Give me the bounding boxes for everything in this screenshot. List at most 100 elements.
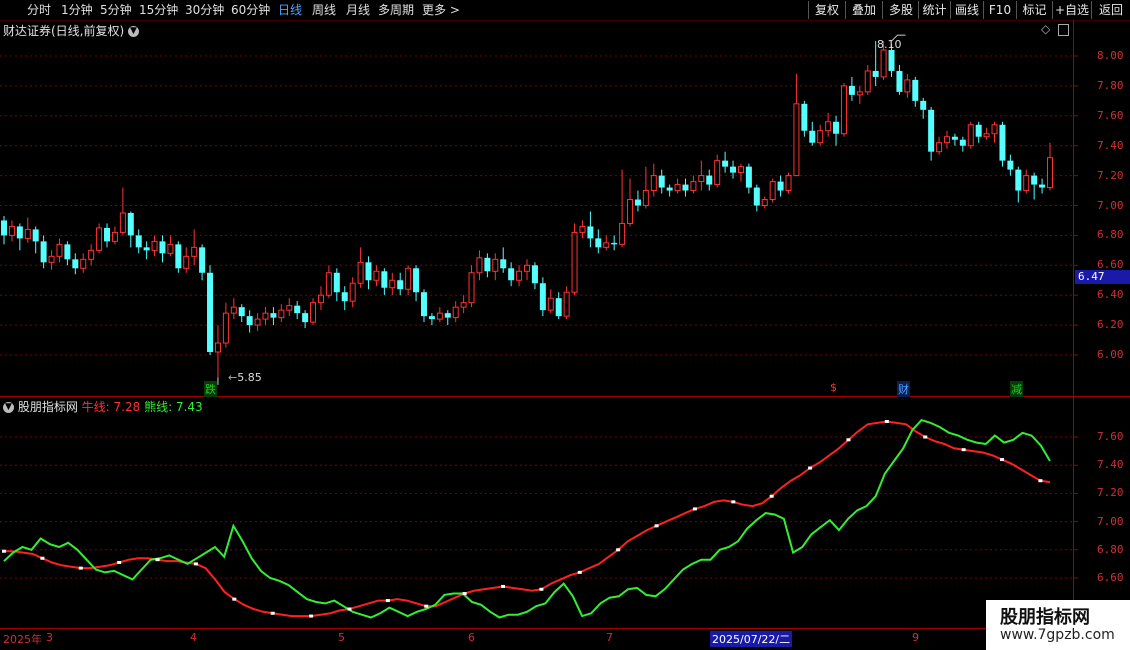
candle-body: [1039, 184, 1046, 188]
candle-body: [238, 307, 245, 317]
candle-body: [563, 291, 570, 317]
candle-body: [642, 190, 649, 207]
event-tag-finance[interactable]: 财: [897, 381, 910, 397]
indicator-axis-label: 6.80: [1097, 542, 1124, 556]
candle-body: [745, 166, 752, 188]
candle-body: [262, 312, 269, 320]
candle-body: [1023, 175, 1030, 192]
candle-body: [32, 229, 39, 242]
bull-line-marker: [577, 570, 582, 574]
candle-body: [405, 267, 412, 290]
candle-body: [848, 85, 855, 95]
candle-body: [983, 133, 990, 138]
candle-body: [349, 282, 356, 302]
candle-body: [991, 124, 998, 135]
watermark: 股朋指标网 www.7gpzb.com: [986, 600, 1130, 650]
candlestick-chart[interactable]: [0, 0, 1130, 650]
indicator-axis-label: 7.20: [1097, 486, 1124, 500]
price-axis-label: 6.40: [1097, 288, 1124, 302]
date-label-4: 4: [190, 631, 197, 644]
candle-body: [793, 103, 800, 177]
candle-body: [587, 226, 594, 239]
candle-body: [104, 227, 111, 242]
candle-body: [516, 270, 523, 281]
bull-line-marker: [539, 587, 544, 591]
bull-line-marker: [654, 524, 659, 528]
candle-body: [325, 272, 332, 296]
candle-body: [397, 280, 404, 290]
candle-body: [896, 70, 903, 92]
chevron-down-icon[interactable]: ▼: [3, 402, 14, 413]
candle-body: [294, 305, 301, 314]
candle-body: [658, 175, 665, 188]
candle-body: [135, 235, 142, 248]
candle-body: [16, 226, 23, 239]
indicator-axis-label: 7.00: [1097, 514, 1124, 528]
candle-body: [1015, 169, 1022, 191]
candle-body: [634, 199, 641, 206]
candle-body: [302, 313, 309, 323]
candle-body: [143, 247, 150, 251]
candle-body: [492, 258, 499, 272]
price-axis-label: 6.00: [1097, 348, 1124, 361]
candle-body: [127, 212, 134, 236]
bull-line-marker: [385, 599, 390, 603]
price-axis-label: 7.60: [1097, 108, 1124, 122]
date-cursor-label: 2025/07/22/二: [710, 631, 793, 647]
candle-body: [72, 259, 79, 269]
candle-body: [817, 130, 824, 144]
watermark-url: www.7gpzb.com: [1000, 627, 1115, 643]
bull-line-marker: [808, 466, 813, 470]
candle-body: [111, 231, 118, 242]
candle-body: [460, 302, 467, 308]
candle-body: [183, 255, 190, 269]
candle-body: [24, 228, 31, 239]
candle-body: [840, 85, 847, 135]
bull-line-marker: [270, 611, 275, 615]
candle-body: [706, 175, 713, 185]
price-axis-label: 7.80: [1097, 78, 1124, 92]
candle-body: [468, 272, 475, 304]
candle-body: [310, 302, 317, 323]
price-axis-label: 7.40: [1097, 138, 1124, 152]
candle-body: [1047, 157, 1053, 189]
candle-body: [761, 199, 768, 207]
bull-line-marker: [232, 597, 237, 601]
candle-body: [1, 220, 7, 236]
bull-line-marker: [78, 566, 83, 570]
candle-body: [698, 175, 705, 183]
candle-body: [80, 258, 87, 269]
candle-body: [159, 241, 166, 254]
candle-body: [547, 297, 554, 311]
candle-body: [912, 79, 919, 101]
candle-body: [611, 242, 618, 245]
candle-body: [96, 227, 103, 251]
candle-body: [975, 124, 982, 137]
event-tag-drop[interactable]: 跌: [204, 381, 217, 397]
event-tag-dollar[interactable]: $: [829, 381, 838, 394]
candle-body: [167, 243, 174, 254]
candle-body: [650, 175, 657, 192]
candle-body: [872, 70, 879, 77]
bull-line-marker: [117, 560, 122, 564]
candle-body: [357, 261, 364, 284]
indicator-title: ▼ 股朋指标网 牛线: 7.28 熊线: 7.43: [3, 398, 203, 415]
candle-body: [951, 136, 958, 140]
bull-line-marker: [616, 548, 621, 552]
candle-body: [967, 124, 974, 147]
candle-body: [579, 225, 586, 233]
bull-line-marker: [1000, 458, 1005, 462]
candle-body: [222, 312, 229, 344]
date-label-9: 9: [912, 631, 919, 644]
candle-body: [270, 313, 277, 318]
candle-body: [1007, 160, 1014, 170]
bull-line-marker: [347, 607, 352, 611]
candle-body: [8, 225, 15, 236]
bull-line-marker: [692, 507, 697, 511]
event-tag-reduce[interactable]: 减: [1010, 381, 1023, 397]
candle-body: [524, 264, 530, 272]
candle-body: [619, 222, 626, 245]
candle-body: [500, 259, 507, 269]
candle-body: [571, 231, 578, 293]
candle-body: [56, 243, 63, 257]
